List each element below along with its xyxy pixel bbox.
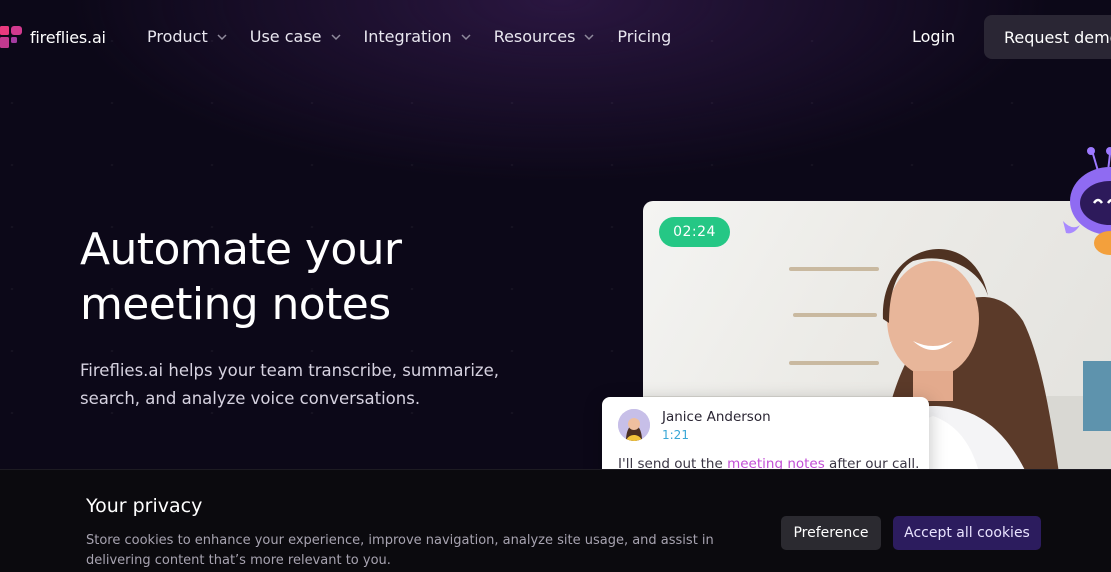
nav-item-label: Pricing	[617, 27, 672, 46]
chevron-down-icon	[584, 33, 594, 40]
nav-item-label: Use case	[249, 27, 322, 46]
cookie-title: Your privacy	[86, 495, 203, 517]
nav-item-label: Resources	[493, 27, 576, 46]
nav-item-label: Product	[147, 27, 208, 46]
nav-item-product[interactable]: Product	[147, 27, 228, 46]
brand-logo[interactable]: fireflies.ai	[0, 26, 106, 48]
comment-author-name: Janice Anderson	[662, 409, 771, 425]
user-avatar-image	[618, 409, 650, 441]
cookie-description: Store cookies to enhance your experience…	[86, 533, 714, 568]
fred-robot-mascot-icon	[1063, 147, 1111, 255]
request-demo-button[interactable]: Request demo	[984, 15, 1111, 59]
hero-title: Automate your meeting notes	[80, 224, 402, 330]
accept-all-cookies-button[interactable]: Accept all cookies	[893, 516, 1041, 550]
avatar	[618, 409, 650, 441]
nav-item-resources[interactable]: Resources	[494, 27, 596, 46]
meeting-timer-badge: 02:24	[659, 217, 730, 247]
nav-item-pricing[interactable]: Pricing	[617, 27, 671, 46]
preference-button[interactable]: Preference	[781, 516, 881, 550]
hero-subtitle: Fireflies.ai helps your team transcribe,…	[80, 361, 499, 408]
cookie-consent-banner: Your privacy Store cookies to enhance yo…	[0, 469, 1111, 572]
top-navigation: fireflies.ai Product Use case Integratio…	[0, 0, 1111, 76]
main-menu: Product Use case Integration Resources P…	[147, 27, 693, 46]
nav-item-use-case[interactable]: Use case	[250, 27, 342, 46]
chevron-down-icon	[330, 33, 341, 40]
nav-item-label: Integration	[363, 27, 452, 46]
chevron-down-icon	[461, 33, 471, 40]
fireflies-logo-icon	[0, 26, 22, 48]
chevron-down-icon	[217, 33, 227, 40]
comment-timestamp[interactable]: 1:21	[662, 428, 689, 442]
brand-name: fireflies.ai	[30, 27, 106, 47]
login-link[interactable]: Login	[912, 27, 955, 46]
nav-item-integration[interactable]: Integration	[364, 27, 472, 46]
